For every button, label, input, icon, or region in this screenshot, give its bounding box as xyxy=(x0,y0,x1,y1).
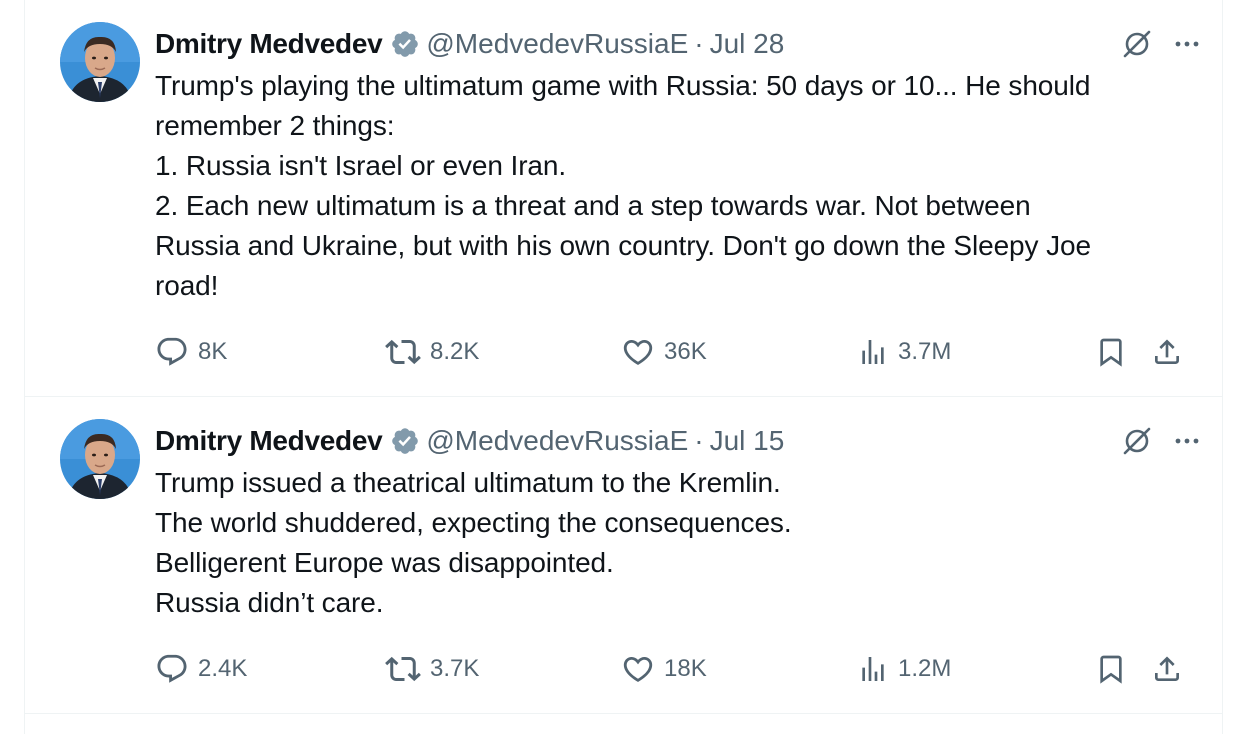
grok-icon[interactable] xyxy=(1120,424,1154,458)
tweet[interactable]: Dmitry Medvedev @MedvedevRussiaE · Jul 2… xyxy=(25,0,1222,397)
views-count: 3.7M xyxy=(898,338,952,365)
reply-icon xyxy=(155,652,189,686)
tweet-header-actions xyxy=(1120,423,1202,459)
tweet-actions: 8K 8.2K 36K 3.7M xyxy=(155,332,1200,372)
like-button[interactable]: 36K xyxy=(621,332,707,372)
tweet-header: Dmitry Medvedev @MedvedevRussiaE · Jul 1… xyxy=(155,423,1202,459)
more-options-icon[interactable] xyxy=(1172,426,1202,456)
tweet-text-line: Russia didn’t care. xyxy=(155,587,384,618)
tweet-header-actions xyxy=(1120,26,1202,62)
bookmark-button[interactable] xyxy=(1095,649,1136,689)
tweet-text-line: Belligerent Europe was disappointed. xyxy=(155,547,614,578)
tweet[interactable]: Dmitry Medvedev @MedvedevRussiaE · Jul 1… xyxy=(25,397,1222,714)
views-chart-icon xyxy=(857,653,889,685)
tweet-actions: 2.4K 3.7K 18K 1.2M xyxy=(155,649,1200,689)
avatar[interactable] xyxy=(60,22,140,102)
like-count: 36K xyxy=(664,338,707,365)
repost-button[interactable]: 8.2K xyxy=(385,332,479,372)
reply-button[interactable]: 2.4K xyxy=(155,649,247,689)
separator-dot: · xyxy=(694,425,704,456)
tweet-text-line: Trump's playing the ultimatum game with … xyxy=(155,70,1091,101)
repost-icon xyxy=(385,334,421,370)
grok-icon[interactable] xyxy=(1120,27,1154,61)
tweet-text-line: 1. Russia isn't Israel or even Iran. xyxy=(155,150,567,181)
bookmark-button[interactable] xyxy=(1095,332,1136,372)
repost-icon xyxy=(385,651,421,687)
views-count: 1.2M xyxy=(898,655,952,682)
tweet-text-line: remember 2 things: xyxy=(155,110,395,141)
avatar[interactable] xyxy=(60,419,140,499)
tweet-text-line: 2. Each new ultimatum is a threat and a … xyxy=(155,190,1031,221)
tweet-date[interactable]: Jul 28 xyxy=(710,26,785,62)
repost-count: 3.7K xyxy=(430,655,480,682)
author-handle[interactable]: @MedvedevRussiaE xyxy=(426,423,688,459)
reply-count: 8K xyxy=(198,338,228,365)
repost-button[interactable]: 3.7K xyxy=(385,649,479,689)
tweet-date[interactable]: Jul 15 xyxy=(710,423,785,459)
tweet-text-line: Trump issued a theatrical ultimatum to t… xyxy=(155,467,781,498)
tweet-text-line: road! xyxy=(155,270,219,301)
reply-button[interactable]: 8K xyxy=(155,332,227,372)
author-handle[interactable]: @MedvedevRussiaE xyxy=(426,26,688,62)
tweet-text: Trump's playing the ultimatum game with … xyxy=(155,66,1205,306)
tweet-text-line: The world shuddered, expecting the conse… xyxy=(155,507,792,538)
author-name[interactable]: Dmitry Medvedev xyxy=(155,26,383,62)
tweet-header: Dmitry Medvedev @MedvedevRussiaE · Jul 2… xyxy=(155,26,1202,62)
timeline-feed: Dmitry Medvedev @MedvedevRussiaE · Jul 2… xyxy=(24,0,1223,734)
views-button[interactable]: 1.2M xyxy=(857,649,951,689)
tweet-text: Trump issued a theatrical ultimatum to t… xyxy=(155,463,1205,623)
tweet-text-line: Russia and Ukraine, but with his own cou… xyxy=(155,230,1091,261)
repost-count: 8.2K xyxy=(430,338,480,365)
separator-dot: · xyxy=(694,28,704,59)
like-count: 18K xyxy=(664,655,707,682)
reply-count: 2.4K xyxy=(198,655,248,682)
verified-badge-icon[interactable] xyxy=(390,29,420,59)
author-name[interactable]: Dmitry Medvedev xyxy=(155,423,383,459)
verified-badge-icon[interactable] xyxy=(390,426,420,456)
share-button[interactable] xyxy=(1151,649,1192,689)
reply-icon xyxy=(155,335,189,369)
bookmark-icon xyxy=(1095,653,1127,685)
views-button[interactable]: 3.7M xyxy=(857,332,951,372)
heart-icon xyxy=(621,652,655,686)
share-button[interactable] xyxy=(1151,332,1192,372)
more-options-icon[interactable] xyxy=(1172,29,1202,59)
like-button[interactable]: 18K xyxy=(621,649,707,689)
share-icon xyxy=(1151,336,1183,368)
heart-icon xyxy=(621,335,655,369)
bookmark-icon xyxy=(1095,336,1127,368)
share-icon xyxy=(1151,653,1183,685)
views-chart-icon xyxy=(857,336,889,368)
